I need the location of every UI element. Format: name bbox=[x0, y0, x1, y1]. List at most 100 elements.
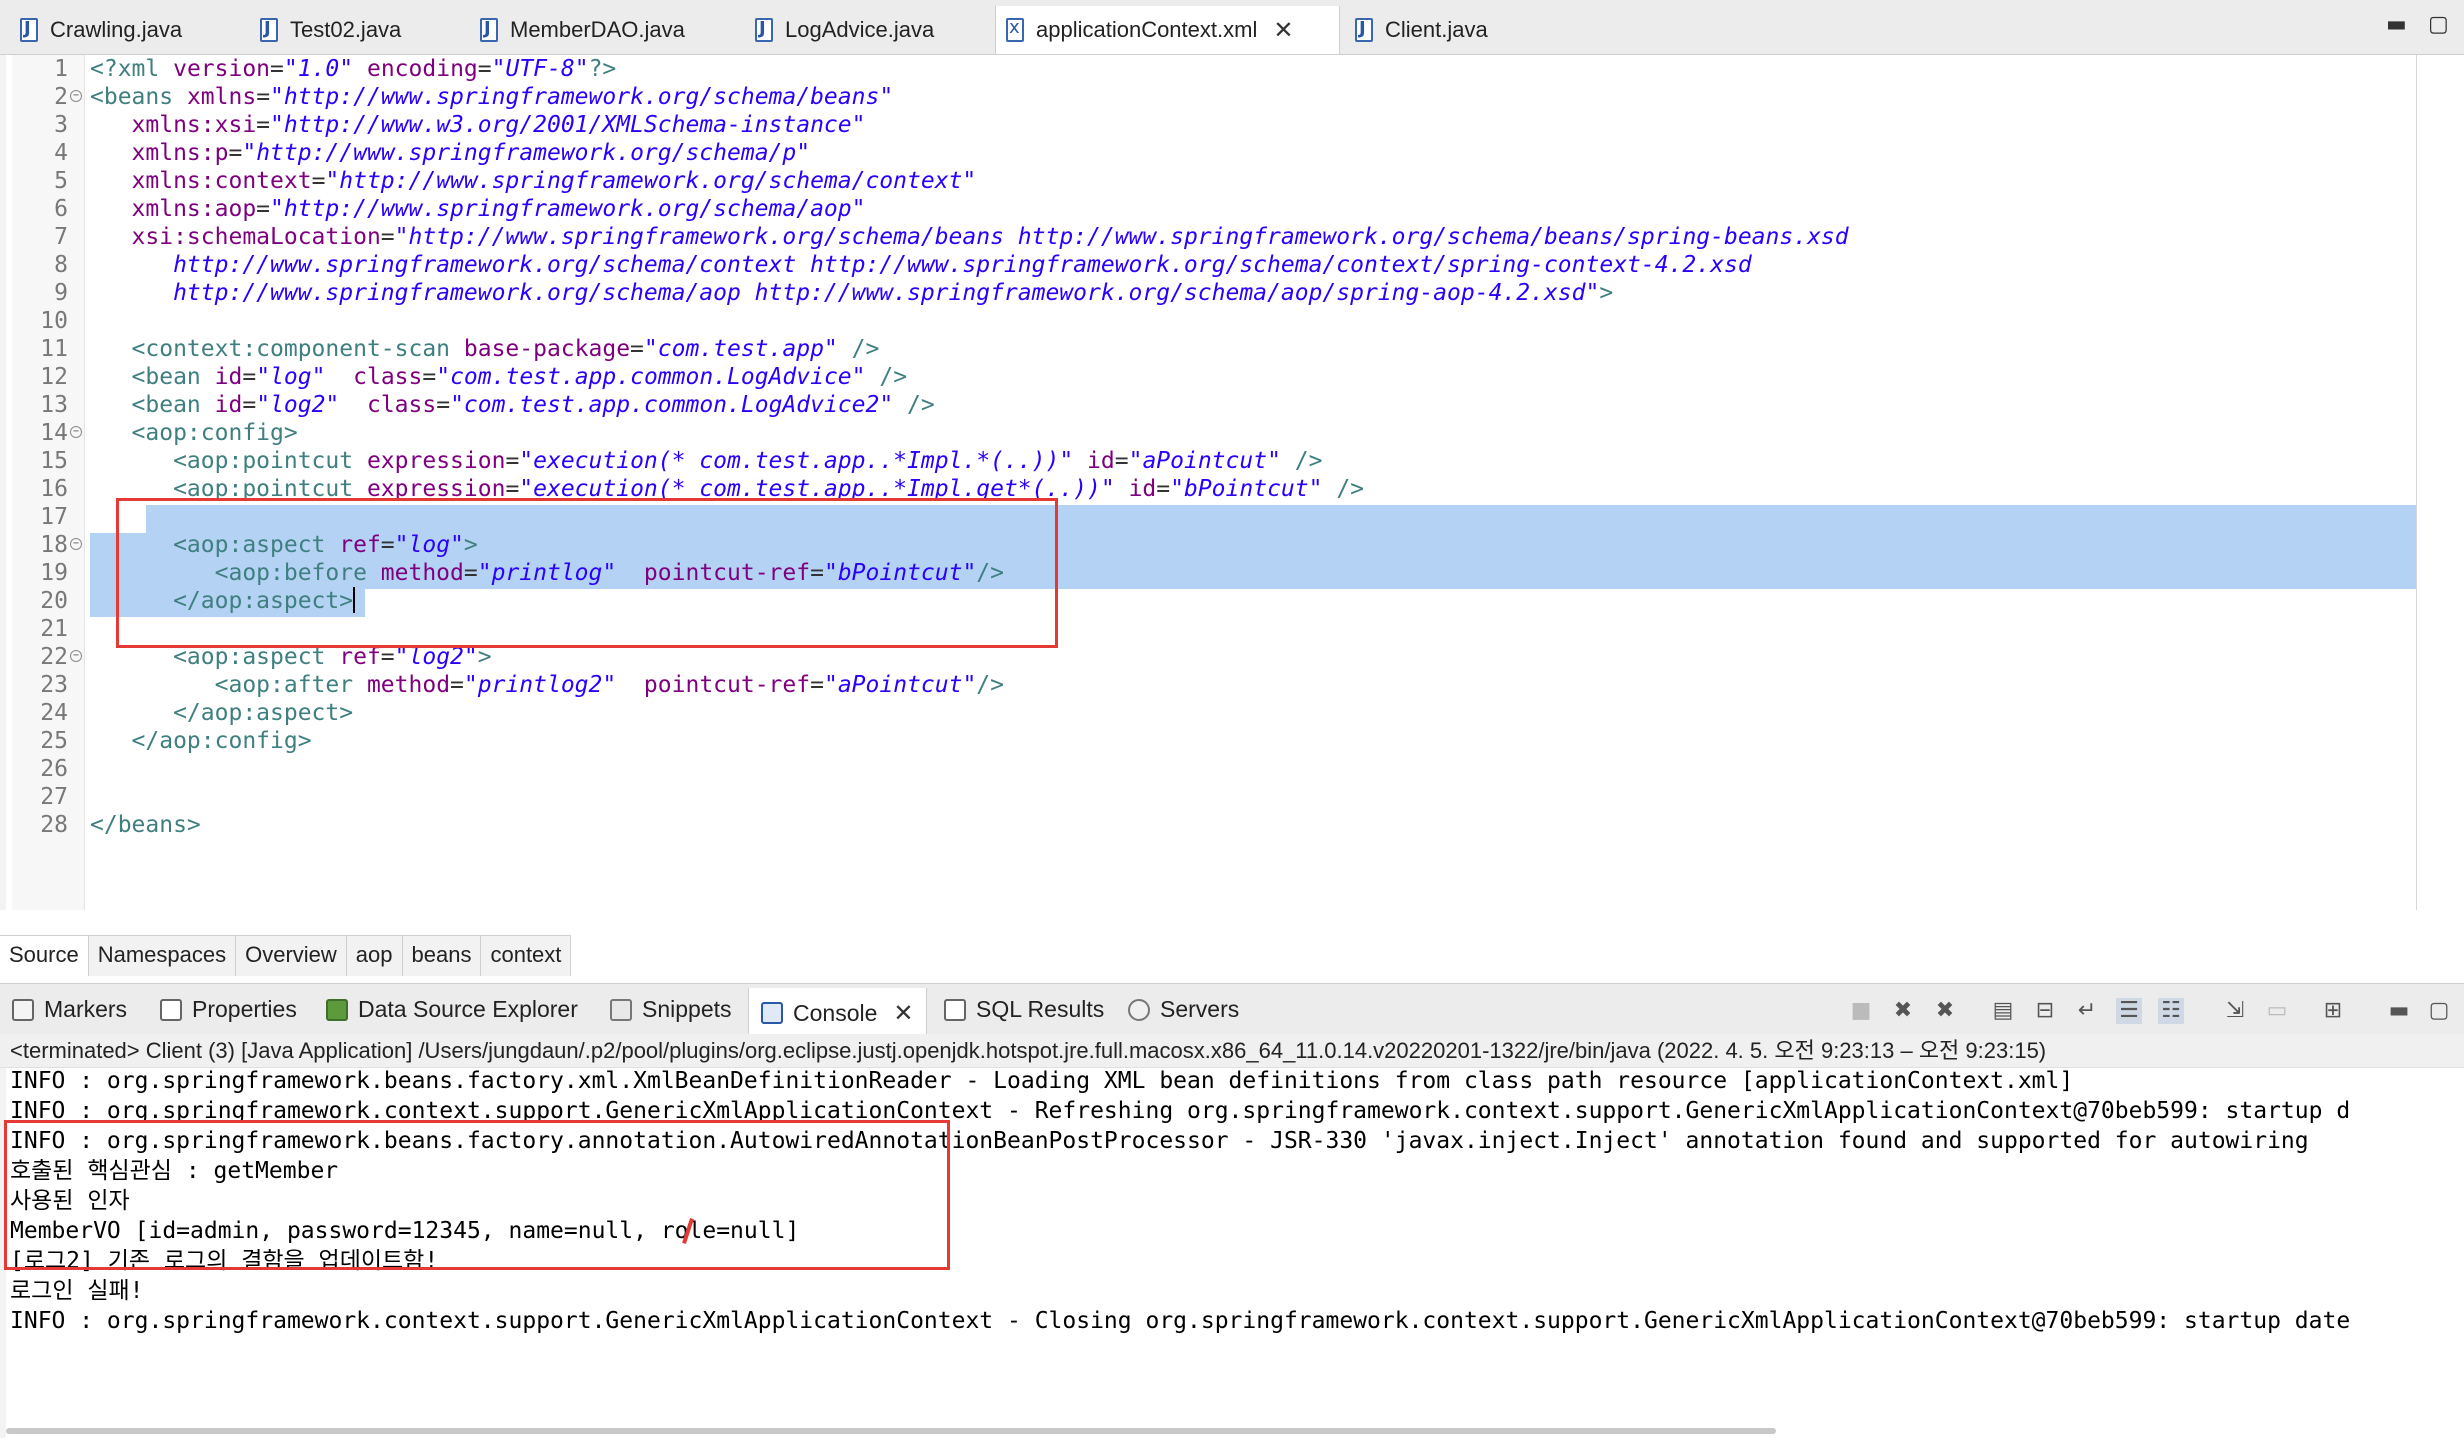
java-file-icon bbox=[1355, 18, 1373, 42]
minimize-icon[interactable]: ▬ bbox=[2386, 998, 2412, 1024]
maximize-icon[interactable]: ▢ bbox=[2426, 998, 2452, 1024]
fold-toggle-icon[interactable]: − bbox=[70, 650, 82, 662]
tab-label: Crawling.java bbox=[50, 17, 183, 42]
tab-client-java[interactable]: Client.java bbox=[1345, 8, 1565, 52]
code-line: 12 <bean id="log" class="com.test.app.co… bbox=[40, 364, 908, 390]
console-line: INFO : org.springframework.beans.factory… bbox=[10, 1128, 2309, 1154]
show-on-error-icon[interactable]: ☷ bbox=[2158, 998, 2184, 1024]
fold-toggle-icon[interactable]: − bbox=[70, 90, 82, 102]
maximize-icon[interactable]: ▢ bbox=[2428, 12, 2449, 37]
editor-tab-bar: Crawling.java Test02.java MemberDAO.java… bbox=[0, 0, 2464, 55]
console-status: <terminated> Client (3) [Java Applicatio… bbox=[0, 1034, 2464, 1068]
tab-sql-results[interactable]: SQL Results bbox=[944, 996, 1104, 1023]
java-file-icon bbox=[260, 18, 278, 42]
tab-logadvice-java[interactable]: LogAdvice.java bbox=[745, 8, 995, 52]
properties-icon bbox=[160, 998, 182, 1021]
code-line: 10 bbox=[40, 308, 68, 334]
close-icon[interactable]: ✕ bbox=[893, 999, 913, 1027]
console-line: 로그인 실패! bbox=[10, 1278, 144, 1304]
code-line: 16 <aop:pointcut expression="execution(*… bbox=[40, 476, 1365, 502]
sql-results-icon bbox=[944, 998, 966, 1021]
tab-label: Properties bbox=[192, 996, 297, 1022]
subtab-context[interactable]: context bbox=[481, 936, 572, 976]
subtab-namespaces[interactable]: Namespaces bbox=[88, 936, 237, 976]
word-wrap-icon[interactable]: ↵ bbox=[2074, 998, 2100, 1024]
tab-console[interactable]: Console ✕ bbox=[748, 988, 927, 1038]
fold-toggle-icon[interactable]: − bbox=[70, 538, 82, 550]
code-line: 15 <aop:pointcut expression="execution(*… bbox=[40, 448, 1323, 474]
subtab-aop[interactable]: aop bbox=[346, 936, 403, 976]
code-line: 7 xsi:schemaLocation="http://www.springf… bbox=[54, 224, 1849, 250]
code-line: 26 bbox=[40, 756, 68, 782]
code-area[interactable]: 1 <?xml version="1.0" encoding="UTF-8"?> … bbox=[6, 55, 2417, 910]
tab-label: Console bbox=[793, 999, 878, 1026]
stop-icon[interactable]: ■ bbox=[1848, 998, 1874, 1024]
minimize-icon[interactable]: ▬ bbox=[2386, 12, 2407, 37]
code-line: 22− <aop:aspect ref="log2"> bbox=[40, 644, 492, 670]
code-line: 9 http://www.springframework.org/schema/… bbox=[54, 280, 1614, 306]
code-line: 4 xmlns:p="http://www.springframework.or… bbox=[54, 140, 811, 166]
tab-label: Snippets bbox=[642, 996, 732, 1022]
tab-servers[interactable]: Servers bbox=[1128, 996, 1239, 1023]
tab-label: Markers bbox=[44, 996, 128, 1022]
subtab-source[interactable]: Source bbox=[0, 936, 89, 976]
java-file-icon bbox=[480, 18, 498, 42]
code-line: 3 xmlns:xsi="http://www.w3.org/2001/XMLS… bbox=[54, 112, 866, 138]
servers-icon bbox=[1128, 998, 1150, 1021]
console-line: INFO : org.springframework.context.suppo… bbox=[10, 1308, 2351, 1334]
tab-snippets[interactable]: Snippets bbox=[610, 996, 732, 1023]
console-line: 사용된 인자 bbox=[10, 1188, 130, 1214]
code-line: 25 </aop:config> bbox=[40, 728, 312, 754]
console-line: INFO : org.springframework.beans.factory… bbox=[10, 1068, 2074, 1094]
show-on-output-icon[interactable]: ☰ bbox=[2116, 998, 2142, 1024]
close-icon[interactable]: ✕ bbox=[1273, 16, 1293, 44]
subtab-beans[interactable]: beans bbox=[402, 936, 482, 976]
markers-icon bbox=[12, 998, 34, 1021]
code-line: 17 bbox=[40, 504, 68, 530]
code-line: 19 <aop:before method="printlog" pointcu… bbox=[40, 560, 1004, 586]
xml-file-icon bbox=[1006, 17, 1024, 42]
clear-console-icon[interactable]: ▤ bbox=[1990, 998, 2016, 1024]
view-tab-bar: Markers Properties Data Source Explorer … bbox=[0, 983, 2464, 1039]
tab-applicationcontext-xml[interactable]: applicationContext.xml ✕ bbox=[995, 6, 1340, 54]
code-line: 6 xmlns:aop="http://www.springframework.… bbox=[54, 196, 866, 222]
remove-launch-icon[interactable]: ✖ bbox=[1890, 998, 1916, 1024]
horizontal-scrollbar[interactable] bbox=[6, 1428, 1776, 1434]
java-file-icon bbox=[20, 18, 38, 42]
tab-label: LogAdvice.java bbox=[785, 17, 935, 42]
tab-label: MemberDAO.java bbox=[510, 17, 685, 42]
code-line: 23 <aop:after method="printlog2" pointcu… bbox=[40, 672, 1004, 698]
data-source-icon bbox=[326, 998, 348, 1021]
tab-label: Client.java bbox=[1385, 17, 1488, 42]
open-console-icon[interactable]: ⊞ bbox=[2320, 998, 2346, 1024]
code-line: 1 <?xml version="1.0" encoding="UTF-8"?> bbox=[54, 56, 617, 82]
editor-subtabs: Source Namespaces Overview aop beans con… bbox=[0, 935, 572, 976]
tab-data-source-explorer[interactable]: Data Source Explorer bbox=[326, 996, 578, 1023]
tab-crawling-java[interactable]: Crawling.java bbox=[10, 8, 250, 52]
tab-label: SQL Results bbox=[976, 996, 1105, 1022]
pin-console-icon[interactable]: ⇲ bbox=[2222, 998, 2248, 1024]
console-line: 호출된 핵심관심 : getMember bbox=[10, 1158, 339, 1184]
scroll-lock-icon[interactable]: ⊟ bbox=[2032, 998, 2058, 1024]
tab-test02-java[interactable]: Test02.java bbox=[250, 8, 470, 52]
tab-label: Test02.java bbox=[290, 17, 402, 42]
code-line: 13 <bean id="log2" class="com.test.app.c… bbox=[40, 392, 935, 418]
code-line: 2− <beans xmlns="http://www.springframewo… bbox=[54, 84, 894, 110]
remove-all-launches-icon[interactable]: ✖ bbox=[1932, 998, 1958, 1024]
xml-editor[interactable]: 1 <?xml version="1.0" encoding="UTF-8"?> … bbox=[0, 55, 2464, 910]
code-line: 8 http://www.springframework.org/schema/… bbox=[54, 252, 1752, 278]
code-line: 24 </aop:aspect> bbox=[40, 700, 354, 726]
code-line: 18− <aop:aspect ref="log"> bbox=[40, 532, 478, 558]
code-line: 5 xmlns:context="http://www.springframew… bbox=[54, 168, 977, 194]
tab-properties[interactable]: Properties bbox=[160, 996, 297, 1023]
console-line: INFO : org.springframework.context.suppo… bbox=[10, 1098, 2351, 1124]
tab-memberdao-java[interactable]: MemberDAO.java bbox=[470, 8, 745, 52]
console-line: MemberVO [id=admin, password=12345, name… bbox=[10, 1218, 800, 1244]
tab-label: applicationContext.xml bbox=[1036, 17, 1258, 42]
tab-markers[interactable]: Markers bbox=[12, 996, 127, 1023]
subtab-overview[interactable]: Overview bbox=[236, 936, 347, 976]
code-line: 14− <aop:config> bbox=[40, 420, 298, 446]
fold-toggle-icon[interactable]: − bbox=[70, 426, 82, 438]
display-console-icon[interactable]: ▭ bbox=[2264, 998, 2290, 1024]
console-icon bbox=[761, 1002, 783, 1024]
